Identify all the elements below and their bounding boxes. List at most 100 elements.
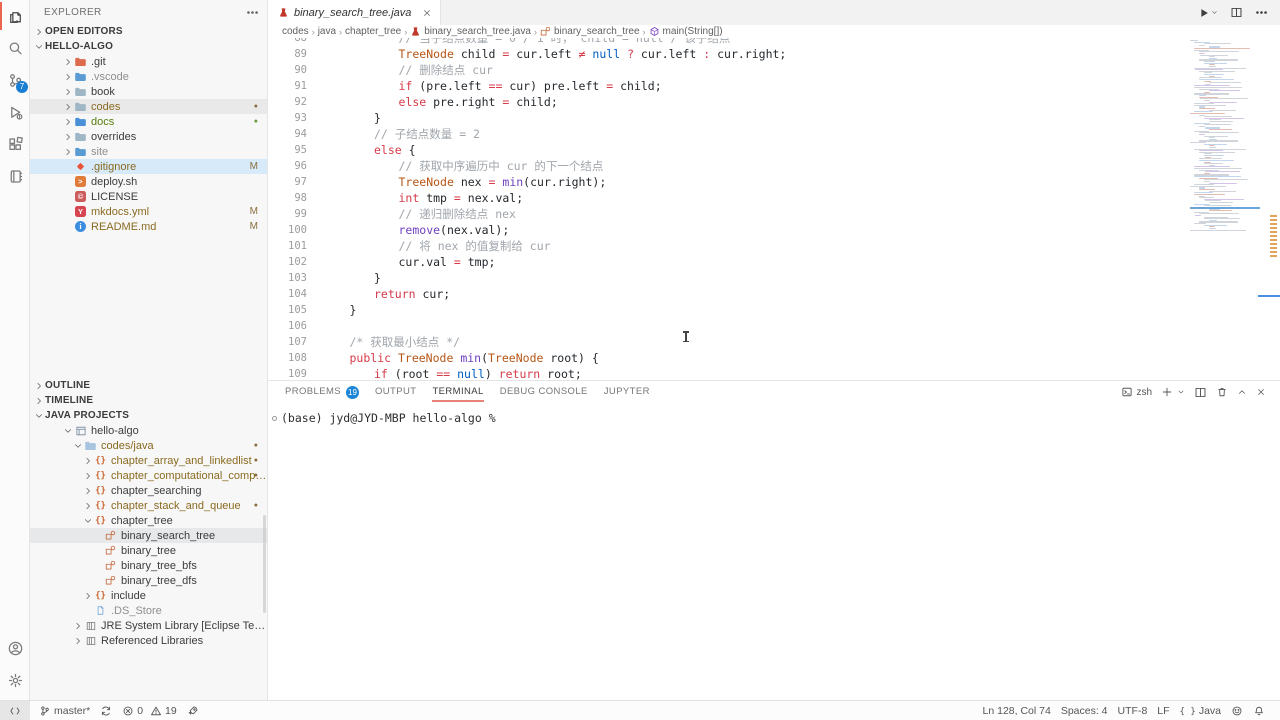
account-icon <box>7 640 24 657</box>
section-hello-algo[interactable]: HELLO-ALGO <box>30 39 267 54</box>
tree-item-mkdocs-yml[interactable]: Ymkdocs.ymlM <box>30 204 267 219</box>
status-cursor-position[interactable]: Ln 128, Col 74 <box>978 701 1056 720</box>
activity-bar-extensions[interactable] <box>0 128 30 160</box>
panel-tab-output[interactable]: OUTPUT <box>375 381 416 403</box>
status-remote-indicator[interactable] <box>0 701 30 720</box>
tree-item-license[interactable]: ©LICENSE <box>30 189 267 204</box>
tree-item-codes-java[interactable]: codes/java● <box>30 438 267 453</box>
activity-bar-source-control[interactable]: 7 <box>0 64 30 96</box>
more-actions-icon[interactable] <box>246 6 259 19</box>
git-modified-badge: M <box>250 161 258 172</box>
tree-item-chapter-computational-complexity[interactable]: {}chapter_computational_complexity● <box>30 468 267 483</box>
breadcrumb-item[interactable]: chapter_tree <box>345 26 401 37</box>
tree-item-chapter-array-and-linkedlist[interactable]: {}chapter_array_and_linkedlist● <box>30 453 267 468</box>
close-panel-icon[interactable] <box>1256 387 1266 397</box>
run-java-button[interactable] <box>1198 7 1218 19</box>
tree-item-jre-system-library-eclipse-temurin-17-17[interactable]: JRE System Library [Eclipse Temurin 17 [… <box>30 618 267 633</box>
tree-item-binary-tree-dfs[interactable]: binary_tree_dfs <box>30 573 267 588</box>
project-icon <box>74 424 87 437</box>
split-terminal-icon[interactable] <box>1194 386 1207 399</box>
untracked-dot-badge: ● <box>254 118 258 125</box>
tree-item-ds-store[interactable]: .DS_Store <box>30 603 267 618</box>
java-file-icon <box>278 7 289 18</box>
tree-item-include[interactable]: {}include <box>30 588 267 603</box>
breadcrumb-item[interactable]: codes <box>282 26 309 37</box>
code-line-101: 101// 将 nex 的值复制给 cur <box>268 238 1190 254</box>
maximize-panel-icon[interactable] <box>1237 387 1247 397</box>
more-actions-icon[interactable] <box>1255 6 1268 19</box>
vscode-window: 7 EXPLORER OPEN EDITORSHELLO-ALGO.git.vs… <box>0 0 1280 720</box>
status-language-mode[interactable]: { }Java <box>1175 701 1226 720</box>
activity-bar-run-and-debug[interactable] <box>0 96 30 128</box>
split-editor-icon[interactable] <box>1230 6 1243 19</box>
activity-bar-search[interactable] <box>0 32 30 64</box>
code-editor[interactable]: 88// 当子结点数量 = 0 / 1 时， child = null / 该子… <box>268 38 1280 380</box>
minimap[interactable] <box>1190 40 1262 378</box>
breadcrumb-item[interactable]: java <box>318 26 336 37</box>
section-java-projects[interactable]: JAVA PROJECTS <box>30 408 267 423</box>
code-line-94: 94// 子结点数量 = 2 <box>268 126 1190 142</box>
tree-item-deploy-sh[interactable]: >deploy.sh <box>30 174 267 189</box>
tree-item-chapter-searching[interactable]: {}chapter_searching <box>30 483 267 498</box>
tree-item-gitignore[interactable]: .gitignoreM <box>30 159 267 174</box>
tree-item-vscode[interactable]: .vscode <box>30 69 267 84</box>
activity-bar-settings[interactable] <box>0 664 30 696</box>
tree-item-site[interactable]: site <box>30 144 267 159</box>
new-terminal-button[interactable] <box>1161 386 1173 398</box>
status-indentation[interactable]: Spaces: 4 <box>1056 701 1113 720</box>
status-eol-sequence[interactable]: LF <box>1152 701 1174 720</box>
status-encoding[interactable]: UTF-8 <box>1113 701 1153 720</box>
status-java-server-mode[interactable] <box>182 701 204 720</box>
panel-tab-problems[interactable]: PROBLEMS19 <box>285 381 359 403</box>
tree-item-binary-tree[interactable]: binary_tree <box>30 543 267 558</box>
panel-tab-debug-console[interactable]: DEBUG CONSOLE <box>500 381 588 403</box>
tree-item-docs[interactable]: docs● <box>30 114 267 129</box>
code-line-97: 97TreeNode nex = min(cur.right); <box>268 174 1190 190</box>
tree-item-git[interactable]: .git <box>30 54 267 69</box>
terminal[interactable]: (base) jyd@JYD-MBP hello-algo % <box>268 403 1280 700</box>
status-sync-changes[interactable] <box>95 701 117 720</box>
close-icon[interactable] <box>422 8 432 18</box>
chevron-right-icon <box>72 635 84 647</box>
breadcrumb-item[interactable]: binary_search_tree <box>540 26 640 37</box>
modified-dot-badge: ● <box>254 457 258 464</box>
rocket-icon <box>187 705 199 717</box>
section-outline[interactable]: OUTLINE <box>30 378 267 393</box>
tree-item-chapter-tree[interactable]: {}chapter_tree <box>30 513 267 528</box>
class-icon <box>540 26 551 37</box>
activity-bar-accounts[interactable] <box>0 632 30 664</box>
terminal-profile-select[interactable]: zsh <box>1121 386 1152 398</box>
chevron-right-icon <box>82 485 94 497</box>
tree-item-referenced-libraries[interactable]: Referenced Libraries <box>30 633 267 648</box>
panel-tab-jupyter[interactable]: JUPYTER <box>604 381 650 403</box>
code-lines: 88// 当子结点数量 = 0 / 1 时， child = null / 该子… <box>268 38 1190 380</box>
terminal-dropdown-icon[interactable] <box>1177 388 1185 396</box>
sidebar-scrollbar[interactable] <box>263 515 266 613</box>
section-open-editors[interactable]: OPEN EDITORS <box>30 24 267 39</box>
tree-item-overrides[interactable]: overrides <box>30 129 267 144</box>
git-modified-badge: M <box>250 221 258 232</box>
readme-file-icon: i <box>74 220 87 233</box>
tab-binary-search-tree[interactable]: binary_search_tree.java <box>268 0 441 25</box>
kill-terminal-icon[interactable] <box>1216 386 1228 398</box>
shell-file-icon: > <box>74 175 87 188</box>
tree-item-binary-tree-bfs[interactable]: binary_tree_bfs <box>30 558 267 573</box>
status-notifications[interactable] <box>1248 701 1270 720</box>
breadcrumb-item[interactable]: binary_search_tree.java <box>410 26 531 37</box>
tree-item-chapter-stack-and-queue[interactable]: {}chapter_stack_and_queue● <box>30 498 267 513</box>
status-git-branch[interactable]: master* <box>34 701 95 720</box>
tree-item-hello-algo[interactable]: hello-algo <box>30 423 267 438</box>
tree-item-readme-md[interactable]: iREADME.mdM <box>30 219 267 234</box>
tree-item-codes[interactable]: codes● <box>30 99 267 114</box>
activity-bar-explorer[interactable] <box>0 0 30 32</box>
status-feedback[interactable] <box>1226 701 1248 720</box>
editor-actions <box>1198 0 1280 25</box>
panel-tab-terminal[interactable]: TERMINAL <box>432 381 483 403</box>
tree-item-binary-search-tree[interactable]: binary_search_tree <box>30 528 267 543</box>
breadcrumb-item[interactable]: main(String[]) <box>649 26 723 37</box>
section-timeline[interactable]: TIMELINE <box>30 393 267 408</box>
status-problems-summary[interactable]: 019 <box>117 701 182 720</box>
activity-bar-notebook[interactable] <box>0 160 30 192</box>
tree-item-book[interactable]: book <box>30 84 267 99</box>
run-debug-icon <box>7 104 24 121</box>
